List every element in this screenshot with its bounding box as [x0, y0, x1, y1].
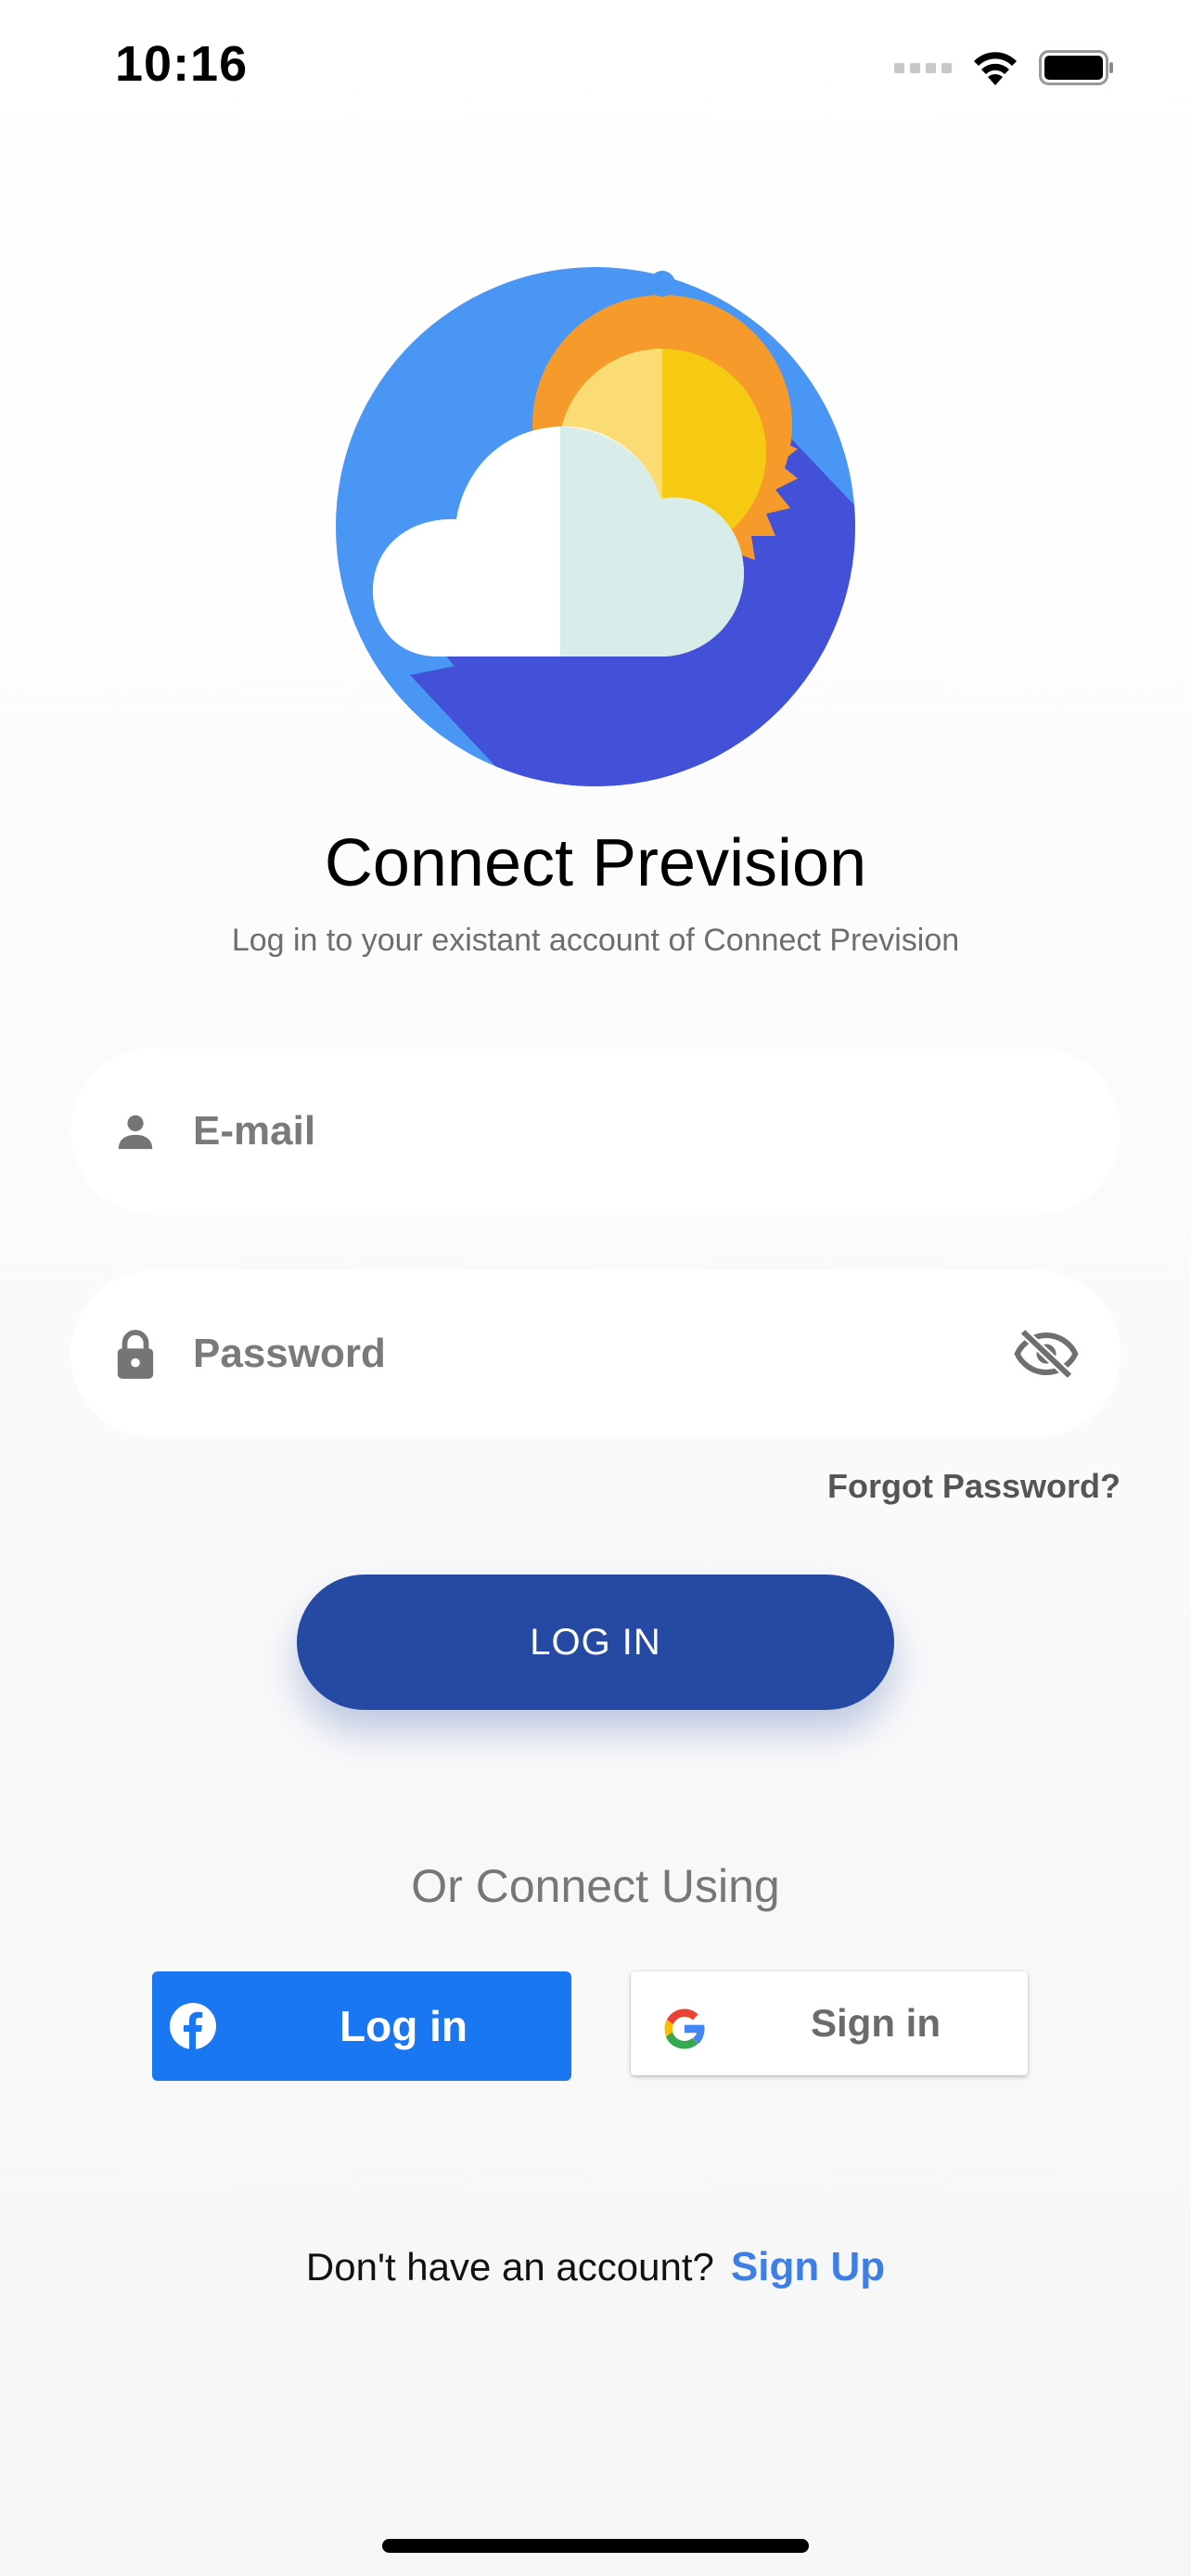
- signup-row: Don't have an account? Sign Up: [0, 2244, 1191, 2290]
- email-field[interactable]: [70, 1048, 1121, 1215]
- facebook-login-label: Log in: [339, 2002, 467, 2050]
- battery-icon: [1039, 50, 1113, 85]
- google-signin-label: Sign in: [811, 2001, 941, 2045]
- password-input[interactable]: [193, 1270, 972, 1437]
- status-time: 10:16: [115, 36, 249, 92]
- google-signin-button[interactable]: Sign in: [631, 1971, 1028, 2075]
- password-field[interactable]: [70, 1270, 1121, 1437]
- lock-icon: [108, 1326, 163, 1382]
- person-icon: [108, 1103, 163, 1159]
- app-subtitle: Log in to your existant account of Conne…: [231, 923, 960, 958]
- social-heading: Or Connect Using: [411, 1860, 780, 1912]
- app-title: Connect Prevision: [324, 826, 867, 900]
- signup-prompt: Don't have an account?: [305, 2245, 714, 2289]
- google-icon: [664, 2009, 706, 2049]
- forgot-password-link[interactable]: Forgot Password?: [827, 1467, 1121, 1506]
- cellular-signal-icon: [894, 62, 952, 73]
- weather-logo-icon: [336, 267, 855, 786]
- facebook-icon: [170, 2003, 216, 2049]
- facebook-login-button[interactable]: Log in: [152, 1971, 571, 2081]
- signup-link[interactable]: Sign Up: [731, 2244, 885, 2290]
- status-bar: 10:16: [0, 0, 1191, 139]
- eye-slash-icon[interactable]: [1011, 1319, 1082, 1389]
- email-input[interactable]: [193, 1048, 972, 1215]
- status-icons: [894, 46, 1115, 89]
- wifi-icon: [974, 52, 1017, 85]
- login-button[interactable]: LOG IN: [297, 1575, 894, 1710]
- home-indicator[interactable]: [382, 2539, 809, 2553]
